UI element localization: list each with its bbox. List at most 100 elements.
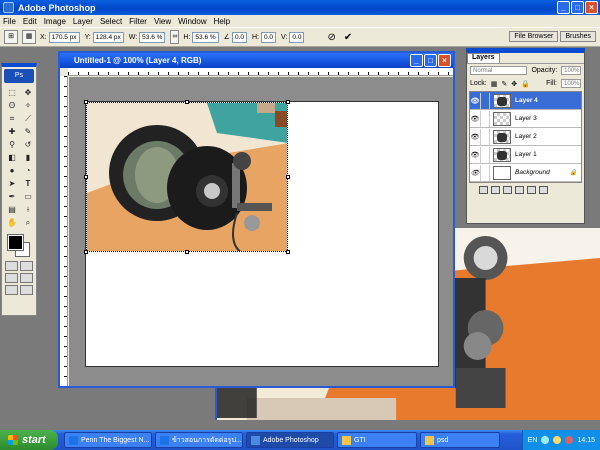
slice-tool-icon[interactable]: ⟋: [21, 113, 35, 124]
notes-tool-icon[interactable]: ▤: [5, 204, 19, 215]
document-titlebar[interactable]: Untitled-1 @ 100% (Layer 4, RGB) _ □ ×: [60, 53, 453, 68]
crop-tool-icon[interactable]: ⌗: [5, 113, 19, 124]
file-browser-tab[interactable]: File Browser: [509, 31, 559, 42]
menu-window[interactable]: Window: [178, 17, 206, 26]
transform-handle-mr[interactable]: [286, 175, 290, 179]
network-icon[interactable]: [541, 436, 550, 444]
visibility-eye-icon[interactable]: 👁: [470, 133, 480, 141]
layer-row-4[interactable]: 👁 Layer 4: [470, 92, 581, 110]
menu-image[interactable]: Image: [44, 17, 66, 26]
screen-mode-full-icon[interactable]: [20, 273, 33, 283]
marquee-tool-icon[interactable]: ⬚: [5, 87, 19, 98]
eraser-tool-icon[interactable]: ◧: [5, 152, 19, 163]
commit-transform-icon[interactable]: ✔: [344, 32, 352, 43]
visibility-eye-icon[interactable]: 👁: [470, 169, 480, 177]
layer-4-image[interactable]: [86, 102, 288, 252]
taskbar-item-browser-1[interactable]: Penn The Biggest N...: [64, 432, 152, 448]
pen-tool-icon[interactable]: ✒: [5, 191, 19, 202]
cancel-transform-icon[interactable]: ⊘: [327, 32, 335, 43]
blur-tool-icon[interactable]: ●: [5, 165, 19, 176]
volume-icon[interactable]: [553, 436, 562, 444]
path-selection-icon[interactable]: ➤: [5, 178, 19, 189]
hskew-input[interactable]: 0.0: [261, 31, 277, 43]
blend-mode-select[interactable]: Normal: [470, 66, 528, 75]
transform-handle-br[interactable]: [286, 250, 290, 254]
h-input[interactable]: 53.6 %: [192, 31, 219, 43]
lock-move-icon[interactable]: ✥: [511, 80, 517, 88]
screen-mode-standard-icon[interactable]: [5, 273, 18, 283]
adjustment-layer-icon[interactable]: [515, 186, 524, 194]
lock-paint-icon[interactable]: ✎: [501, 80, 507, 88]
document-canvas[interactable]: [84, 100, 439, 367]
eyedropper-icon[interactable]: ⟊: [21, 204, 35, 215]
lock-transparency-icon[interactable]: ▦: [491, 80, 498, 88]
doc-minimize-button[interactable]: _: [410, 54, 423, 67]
y-input[interactable]: 128.4 px: [92, 31, 124, 43]
vskew-input[interactable]: 0.0: [289, 31, 305, 43]
y-position-field[interactable]: Y: 128.4 px: [85, 31, 124, 43]
start-button[interactable]: start: [0, 430, 58, 450]
fill-input[interactable]: 100%: [561, 79, 581, 88]
new-set-icon[interactable]: [503, 186, 512, 194]
transform-handle-tr[interactable]: [286, 100, 290, 104]
antivirus-icon[interactable]: [565, 436, 574, 444]
dodge-tool-icon[interactable]: ◔: [21, 165, 35, 176]
angle-input[interactable]: 0.0: [231, 31, 247, 43]
taskbar-item-browser-2[interactable]: ข้าวสอนการตัดต่อรูป...: [155, 432, 243, 448]
width-field[interactable]: W: 53.6 %: [129, 31, 166, 43]
layers-tab[interactable]: Layers: [467, 53, 500, 63]
visibility-eye-icon[interactable]: 👁: [470, 151, 480, 159]
new-layer-icon[interactable]: [527, 186, 536, 194]
opacity-input[interactable]: 100%: [561, 66, 581, 75]
brushes-tab[interactable]: Brushes: [560, 31, 596, 42]
taskbar-item-psd[interactable]: psd: [420, 432, 500, 448]
height-field[interactable]: H: 53.6 %: [183, 31, 219, 43]
layer-row-3[interactable]: 👁 Layer 3: [470, 110, 581, 128]
quickmask-mode-icon[interactable]: [20, 261, 33, 271]
healing-brush-icon[interactable]: ✚: [5, 126, 19, 137]
w-input[interactable]: 53.6 %: [139, 31, 166, 43]
visibility-eye-icon[interactable]: 👁: [470, 115, 480, 123]
menu-view[interactable]: View: [154, 17, 171, 26]
minimize-button[interactable]: _: [557, 1, 570, 14]
hskew-field[interactable]: H: 0.0: [252, 31, 277, 43]
standard-mode-icon[interactable]: [5, 261, 18, 271]
x-input[interactable]: 170.5 px: [48, 31, 80, 43]
zoom-tool-icon[interactable]: ⌕: [21, 217, 35, 228]
angle-field[interactable]: ∠ 0.0: [224, 31, 247, 43]
taskbar-item-photoshop[interactable]: Adobe Photoshop: [246, 432, 334, 448]
taskbar-item-gti[interactable]: GTI: [337, 432, 417, 448]
transform-handle-tl[interactable]: [84, 100, 88, 104]
link-icon[interactable]: ∞: [170, 30, 180, 44]
lasso-tool-icon[interactable]: ʘ: [5, 100, 19, 111]
maximize-button[interactable]: □: [571, 1, 584, 14]
reference-point-icon[interactable]: ▦: [22, 30, 36, 44]
menu-help[interactable]: Help: [214, 17, 230, 26]
color-swatches[interactable]: [5, 232, 33, 258]
x-position-field[interactable]: X: 170.5 px: [40, 31, 80, 43]
layer-row-background[interactable]: 👁 Background 🔒: [470, 164, 581, 182]
close-button[interactable]: ×: [585, 1, 598, 14]
doc-maximize-button[interactable]: □: [424, 54, 437, 67]
shape-tool-icon[interactable]: ▭: [21, 191, 35, 202]
menu-file[interactable]: File: [3, 17, 16, 26]
transform-tool-icon[interactable]: ⊞: [4, 30, 18, 44]
lock-all-icon[interactable]: 🔒: [521, 80, 530, 88]
menu-filter[interactable]: Filter: [129, 17, 147, 26]
vskew-field[interactable]: V: 0.0: [281, 31, 305, 43]
doc-close-button[interactable]: ×: [438, 54, 451, 67]
visibility-eye-icon[interactable]: 👁: [470, 97, 480, 105]
transform-handle-bl[interactable]: [84, 250, 88, 254]
layer-mask-icon[interactable]: [491, 186, 500, 194]
layer-style-icon[interactable]: [479, 186, 488, 194]
layer-row-1[interactable]: 👁 Layer 1: [470, 146, 581, 164]
transform-handle-bc[interactable]: [185, 250, 189, 254]
layer-row-2[interactable]: 👁 Layer 2: [470, 128, 581, 146]
gradient-tool-icon[interactable]: ▮: [21, 152, 35, 163]
clone-stamp-icon[interactable]: ⚲: [5, 139, 19, 150]
transform-handle-ml[interactable]: [84, 175, 88, 179]
screen-mode-fullscreen-icon[interactable]: [5, 285, 18, 295]
vertical-ruler[interactable]: [60, 76, 68, 386]
brush-tool-icon[interactable]: ✎: [21, 126, 35, 137]
move-tool-icon[interactable]: ✥: [21, 87, 35, 98]
